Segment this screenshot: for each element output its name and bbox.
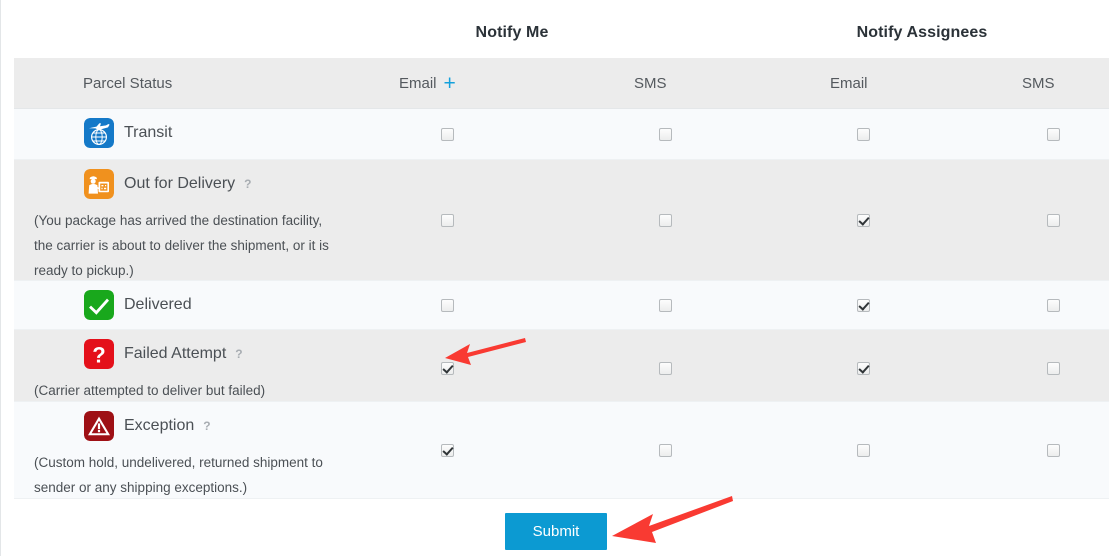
submit-row: Submit [1,513,1110,550]
column-header-parcel-status: Parcel Status [83,75,173,92]
column-header-assignees-email: Email [830,75,868,92]
checkbox-exception-assignees-sms[interactable] [1047,444,1060,457]
table-row: Transit [14,109,1109,160]
notification-settings-page: Notify Me Notify Assignees Parcel Status… [0,0,1110,556]
checkbox-out-for-delivery-me-sms[interactable] [659,214,672,227]
status-label: Transit [124,124,173,141]
checkbox-failed-attempt-me-email[interactable] [441,362,454,375]
status-line: Transit [14,109,394,157]
checkbox-delivered-assignees-email[interactable] [857,299,870,312]
row-status-cell: ? Failed Attempt ? (Carrier attempted to… [14,330,394,410]
help-icon[interactable]: ? [235,347,242,361]
row-status-cell: Delivered [14,281,394,329]
group-header-row: Notify Me Notify Assignees [1,0,1110,58]
checkbox-out-for-delivery-assignees-sms[interactable] [1047,214,1060,227]
notify-assignees-group-title: Notify Assignees [856,24,988,41]
checkbox-out-for-delivery-assignees-email[interactable] [857,214,870,227]
status-label: Failed Attempt [124,345,227,362]
exception-warning-icon [84,411,114,441]
column-header-me-email-label: Email [399,75,437,92]
row-status-cell: Exception ? (Custom hold, undelivered, r… [14,402,394,507]
checkbox-transit-assignees-email[interactable] [857,128,870,141]
help-icon[interactable]: ? [203,419,210,433]
status-label: Exception [124,417,195,434]
status-label: Delivered [124,296,192,313]
submit-button[interactable]: Submit [504,513,608,550]
status-line: Out for Delivery ? [14,160,394,208]
checkbox-exception-me-email[interactable] [441,444,454,457]
checkbox-delivered-me-email[interactable] [441,299,454,312]
table-row: ? Failed Attempt ? (Carrier attempted to… [14,330,1109,402]
checkbox-exception-me-sms[interactable] [659,444,672,457]
checkbox-failed-attempt-assignees-sms[interactable] [1047,362,1060,375]
row-status-cell: Transit [14,109,394,157]
status-label: Out for Delivery [124,175,236,192]
status-line: ? Failed Attempt ? [14,330,394,378]
table-row: Exception ? (Custom hold, undelivered, r… [14,402,1109,499]
checkbox-transit-assignees-sms[interactable] [1047,128,1060,141]
notification-preferences-table: Parcel Status Email + SMS Email SMS Tran… [14,58,1109,499]
table-row: Out for Delivery ? (You package has arri… [14,160,1109,281]
plus-icon[interactable]: + [444,73,456,94]
column-header-me-email: Email + [399,73,456,94]
help-icon[interactable]: ? [244,177,251,191]
checkbox-delivered-me-sms[interactable] [659,299,672,312]
svg-text:?: ? [92,342,105,367]
checkbox-exception-assignees-email[interactable] [857,444,870,457]
delivered-check-icon [84,290,114,320]
table-column-header-row: Parcel Status Email + SMS Email SMS [14,58,1109,109]
column-header-assignees-sms: SMS [1022,75,1055,92]
out-for-delivery-courier-icon [84,169,114,199]
transit-globe-plane-icon [84,118,114,148]
status-description: (You package has arrived the destination… [34,213,329,278]
row-status-cell: Out for Delivery ? (You package has arri… [14,160,394,290]
checkbox-transit-me-email[interactable] [441,128,454,141]
failed-attempt-question-icon: ? [84,339,114,369]
checkbox-failed-attempt-assignees-email[interactable] [857,362,870,375]
status-line: Delivered [14,281,394,329]
notify-me-group-title: Notify Me [475,24,549,41]
checkbox-failed-attempt-me-sms[interactable] [659,362,672,375]
checkbox-out-for-delivery-me-email[interactable] [441,214,454,227]
status-line: Exception ? [14,402,394,450]
table-row: Delivered [14,281,1109,330]
column-header-me-sms: SMS [634,75,667,92]
checkbox-delivered-assignees-sms[interactable] [1047,299,1060,312]
status-description: (Custom hold, undelivered, returned ship… [34,455,323,495]
checkbox-transit-me-sms[interactable] [659,128,672,141]
